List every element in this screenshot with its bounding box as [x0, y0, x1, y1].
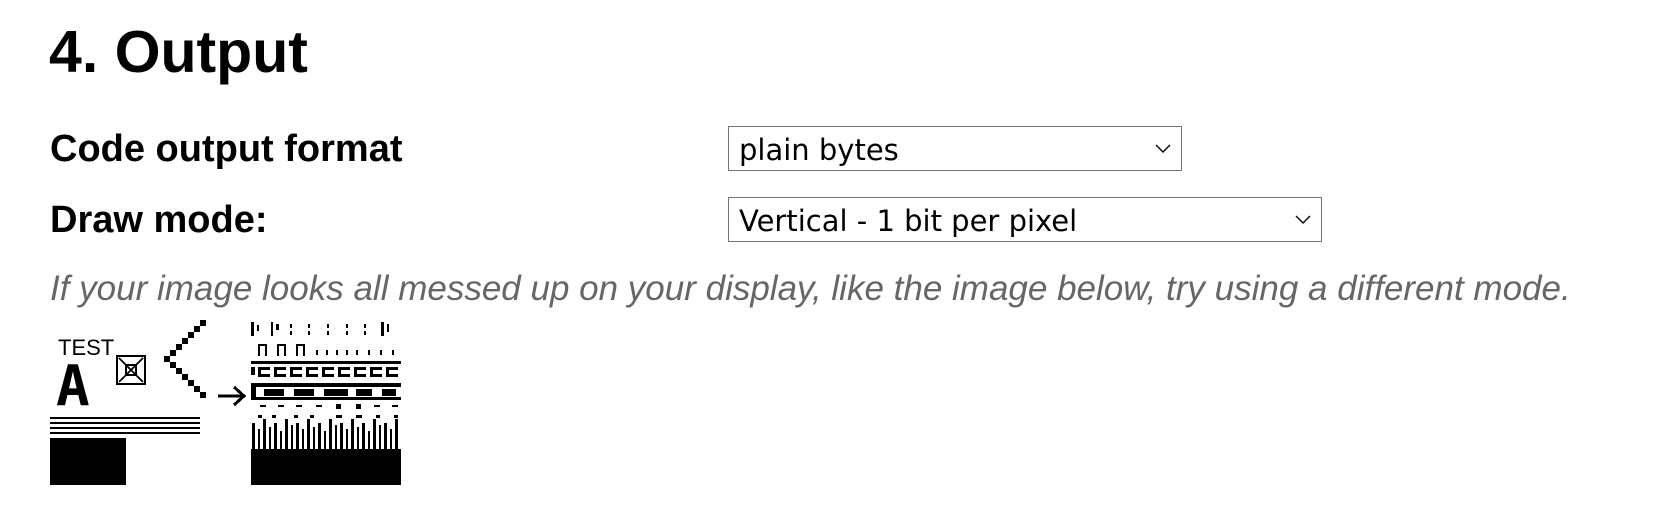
draw-mode-hint: If your image looks all messed up on you… — [50, 269, 1571, 308]
code-output-format-select[interactable]: plain bytes — [728, 126, 1182, 171]
horizontal-lines — [50, 417, 200, 434]
right-arrow-icon — [218, 385, 247, 407]
draw-mode-value: Vertical - 1 bit per pixel — [739, 204, 1078, 238]
code-output-format-value: plain bytes — [739, 133, 899, 167]
correct-render-panel: TEST A — [50, 320, 206, 485]
messed-up-display-example-image: TEST A — [50, 320, 401, 485]
code-output-format-label: Code output format — [50, 128, 403, 170]
draw-mode-select[interactable]: Vertical - 1 bit per pixel — [728, 197, 1322, 242]
boxed-x-icon — [116, 355, 146, 385]
section-title: 4. Output — [49, 19, 308, 85]
chevron-down-icon — [1295, 215, 1311, 224]
scrambled-render-panel — [251, 322, 401, 485]
letter-a-glyph: A — [56, 354, 90, 419]
chevron-down-icon — [1155, 144, 1171, 153]
chevron-left-icon — [164, 320, 206, 398]
draw-mode-label: Draw mode: — [50, 199, 268, 241]
filled-block — [50, 438, 126, 485]
